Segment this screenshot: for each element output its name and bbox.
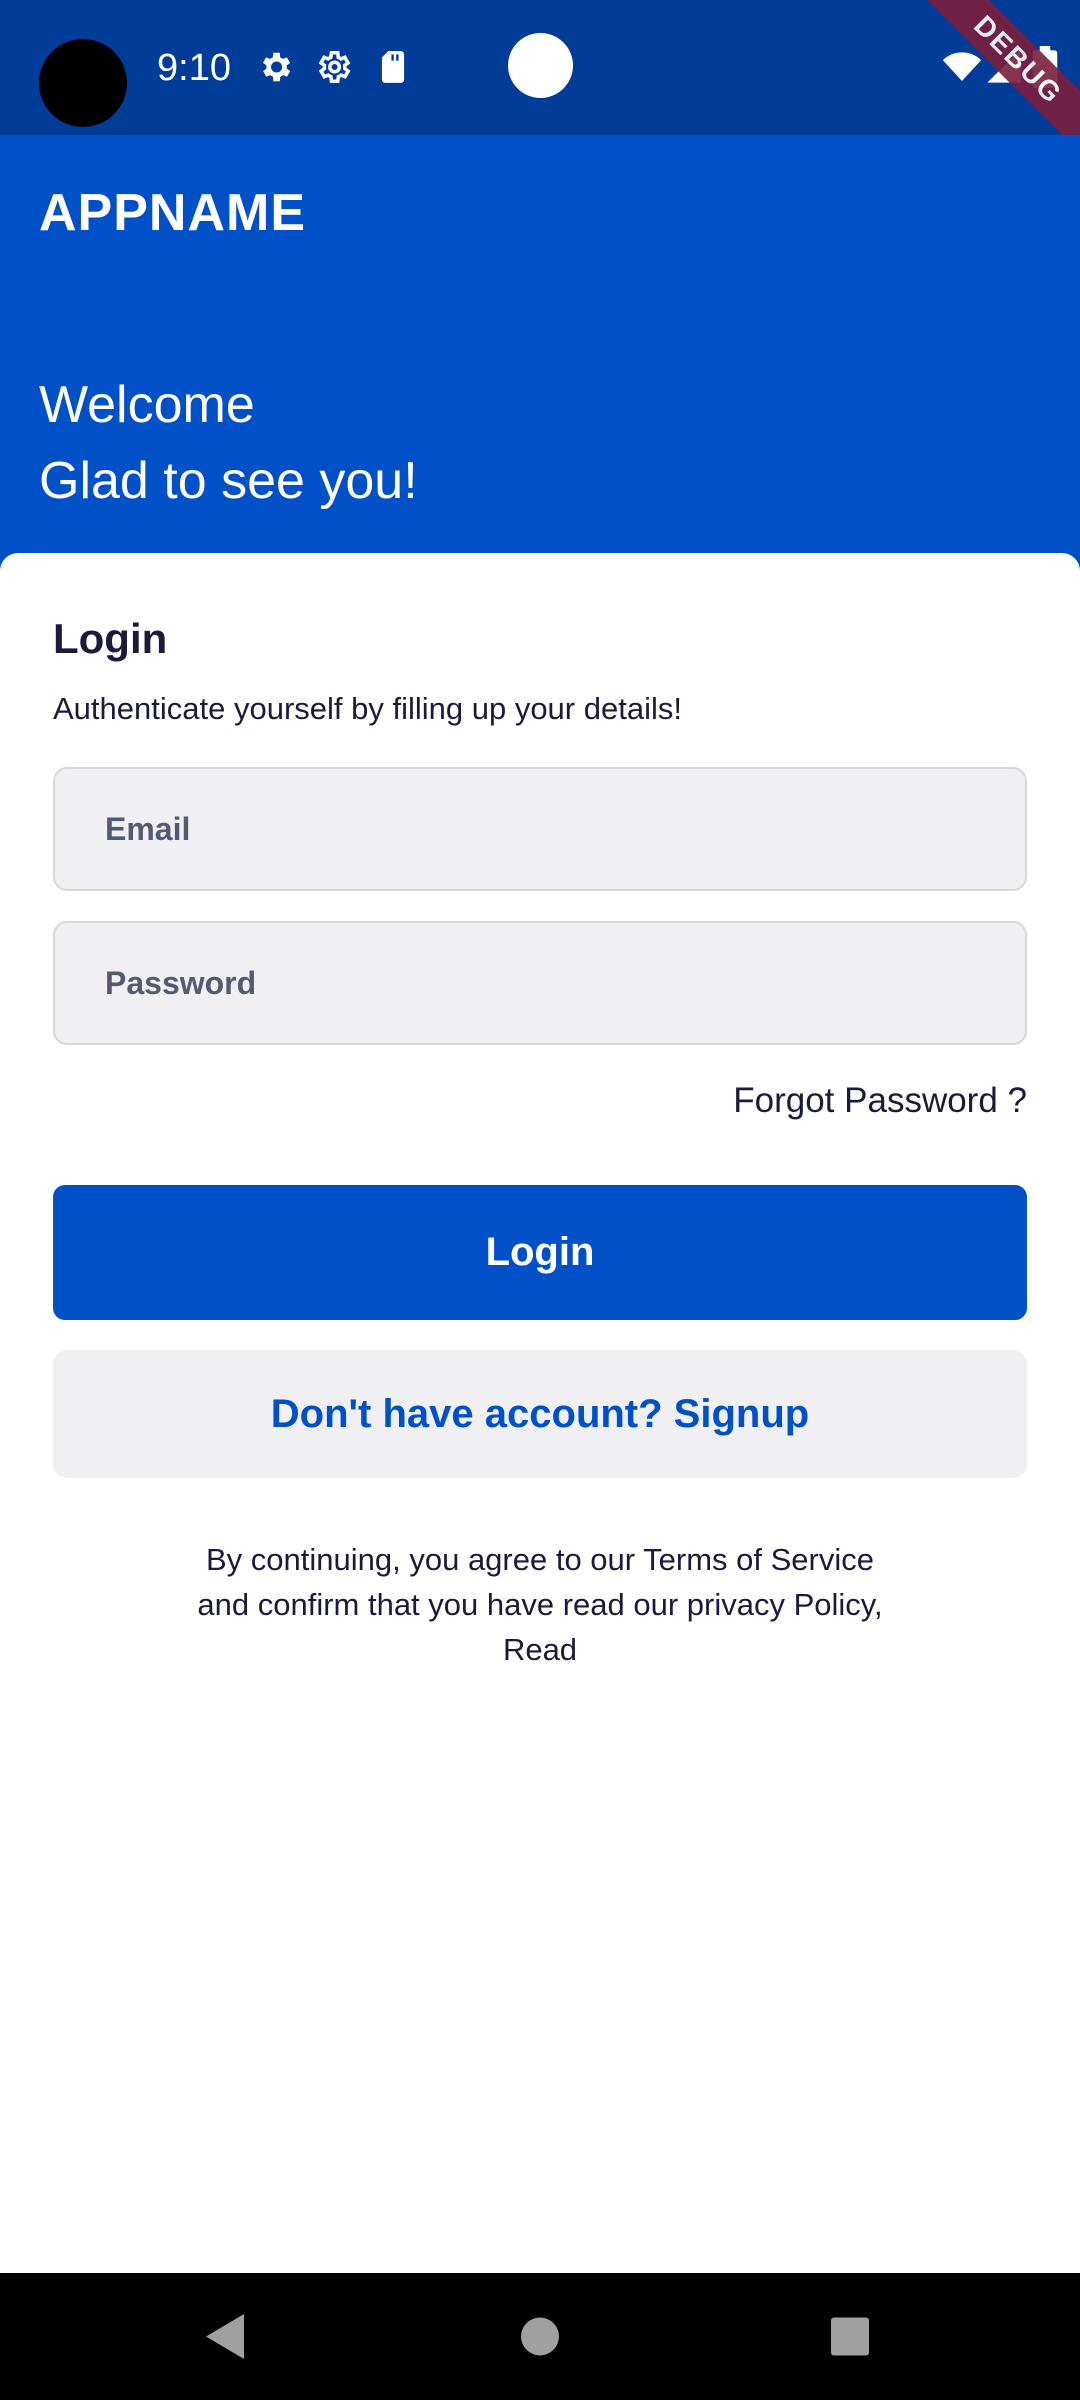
status-time: 9:10 bbox=[157, 47, 231, 89]
forgot-password-link[interactable]: Forgot Password ? bbox=[733, 1081, 1027, 1121]
home-icon[interactable] bbox=[480, 2273, 600, 2400]
screen: 9:10 DEBUG APPNAME Welcome Glad to see y bbox=[0, 0, 1080, 2400]
terms-line: and confirm that you have read our priva… bbox=[197, 1587, 883, 1622]
login-title: Login bbox=[53, 615, 168, 662]
signup-button[interactable]: Don't have account? Signup bbox=[53, 1350, 1027, 1478]
password-field[interactable] bbox=[53, 921, 1027, 1045]
recents-icon[interactable] bbox=[790, 2273, 910, 2400]
settings-outline-icon bbox=[318, 51, 351, 83]
terms-line: By continuing, you agree to our Terms of… bbox=[206, 1542, 874, 1577]
camera-cutout bbox=[39, 39, 127, 127]
welcome-text: Welcome Glad to see you! bbox=[39, 367, 418, 519]
back-icon[interactable] bbox=[166, 2273, 286, 2400]
terms-read-link[interactable]: Read bbox=[140, 1627, 940, 1672]
email-field[interactable] bbox=[53, 767, 1027, 891]
terms-text: By continuing, you agree to our Terms of… bbox=[140, 1537, 940, 1672]
wifi-icon bbox=[942, 52, 982, 81]
app-name: APPNAME bbox=[39, 184, 307, 242]
login-card: Login Authenticate yourself by filling u… bbox=[0, 553, 1080, 2273]
settings-icon bbox=[262, 52, 291, 82]
login-button[interactable]: Login bbox=[53, 1185, 1027, 1320]
status-notification-dot bbox=[508, 33, 573, 98]
login-subtitle: Authenticate yourself by filling up your… bbox=[53, 691, 682, 726]
header: APPNAME Welcome Glad to see you! bbox=[0, 135, 1080, 555]
system-nav-bar bbox=[0, 2273, 1080, 2400]
sd-card-icon bbox=[381, 51, 405, 83]
welcome-subtitle: Glad to see you! bbox=[39, 452, 418, 510]
welcome-title: Welcome bbox=[39, 376, 255, 434]
status-bar: 9:10 DEBUG bbox=[0, 0, 1080, 161]
